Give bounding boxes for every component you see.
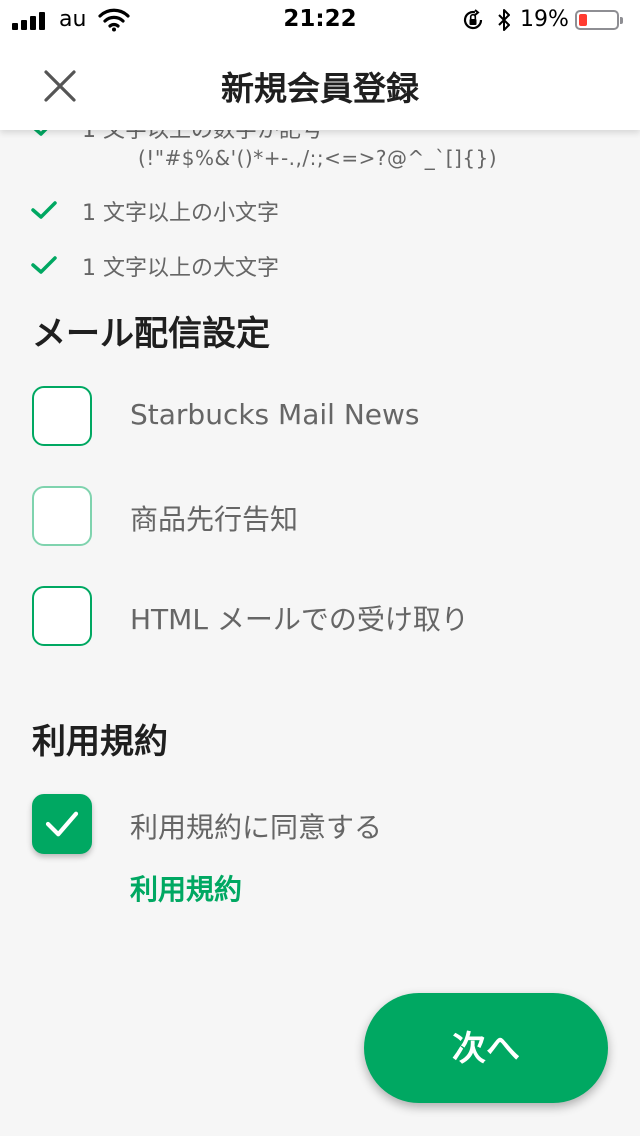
option-mail-news[interactable]: Starbucks Mail News bbox=[32, 386, 592, 452]
registration-form: 1 文字以上の数字か記号 (!"#$%&'()*+-.,/:;<=>?@^_`[… bbox=[0, 0, 640, 1136]
status-bar: au 21:22 19% bbox=[0, 0, 640, 40]
navigation-bar: 新規会員登録 bbox=[0, 40, 640, 130]
html-mail-checkbox[interactable] bbox=[32, 586, 92, 646]
rotation-lock-icon bbox=[463, 9, 483, 30]
battery-percent: 19% bbox=[520, 7, 569, 32]
mail-settings-title: メール配信設定 bbox=[32, 314, 270, 354]
option-html-mail[interactable]: HTML メールでの受け取り bbox=[32, 586, 592, 652]
product-notice-label[interactable]: 商品先行告知 bbox=[130, 498, 298, 538]
option-product-notice[interactable]: 商品先行告知 bbox=[32, 486, 592, 552]
terms-title: 利用規約 bbox=[32, 722, 168, 762]
product-notice-checkbox[interactable] bbox=[32, 486, 92, 546]
battery-level bbox=[579, 14, 587, 26]
check-icon bbox=[31, 256, 57, 274]
terms-link[interactable]: 利用規約 bbox=[130, 868, 242, 908]
password-rule-uppercase-label: 1 文字以上の大文字 bbox=[82, 256, 279, 281]
option-agree-terms[interactable]: 利用規約に同意する bbox=[32, 794, 592, 860]
agree-terms-label[interactable]: 利用規約に同意する bbox=[130, 806, 382, 846]
password-allowed-symbols: (!"#$%&'()*+-.,/:;<=>?@^_`[]{}) bbox=[138, 146, 498, 170]
next-button[interactable]: 次へ bbox=[364, 993, 608, 1103]
mail-news-checkbox[interactable] bbox=[32, 386, 92, 446]
agree-terms-checkbox[interactable] bbox=[32, 794, 92, 854]
password-rule-lowercase-label: 1 文字以上の小文字 bbox=[82, 201, 279, 226]
battery-icon bbox=[575, 10, 623, 30]
bluetooth-icon bbox=[498, 9, 510, 31]
check-icon bbox=[31, 201, 57, 219]
html-mail-label[interactable]: HTML メールでの受け取り bbox=[130, 598, 469, 638]
mail-news-label[interactable]: Starbucks Mail News bbox=[130, 398, 419, 431]
checkmark-icon bbox=[45, 811, 79, 837]
page-title: 新規会員登録 bbox=[221, 69, 419, 108]
